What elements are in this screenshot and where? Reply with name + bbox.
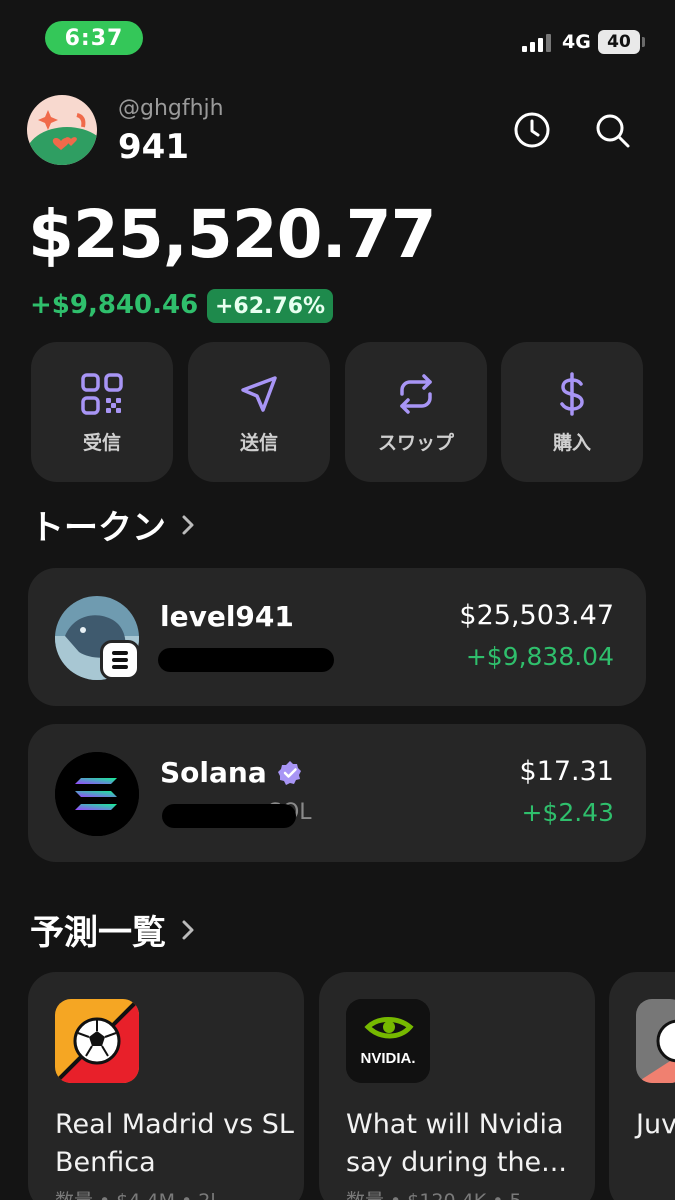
svg-text:NVIDIA.: NVIDIA. (360, 1050, 415, 1067)
balance-change-percent: +62.76% (207, 289, 334, 323)
account-name[interactable]: 941 (118, 127, 189, 167)
send-button[interactable]: 送信 (188, 342, 330, 482)
receive-button[interactable]: 受信 (31, 342, 173, 482)
prediction-title: Juv Ga (636, 1109, 675, 1140)
verified-badge-icon (277, 760, 301, 785)
token-change: +$2.43 (521, 798, 614, 827)
token-value: $17.31 (519, 756, 614, 787)
token-name: Solana (160, 756, 267, 789)
token-change: +$9,838.04 (465, 642, 614, 671)
search-icon[interactable] (592, 110, 632, 150)
token-name: level941 (160, 600, 294, 633)
redaction-mark (158, 648, 334, 672)
send-label: 送信 (239, 432, 278, 454)
swap-icon (400, 374, 432, 414)
status-time: 6:37 (45, 21, 143, 55)
qr-code-icon (81, 373, 123, 415)
dollar-icon (560, 372, 584, 416)
signal-icon (522, 34, 551, 52)
action-buttons: 受信 送信 スワップ 購入 (31, 342, 643, 482)
battery-cap (642, 37, 645, 47)
redaction-mark (162, 804, 296, 828)
network-type: 4G (562, 31, 591, 53)
solana-logo-icon (55, 752, 139, 836)
prediction-meta: 数量 • $4.4M • 2l (55, 1186, 216, 1200)
nvidia-logo-icon: NVIDIA. (346, 999, 430, 1083)
token-value: $25,503.47 (459, 600, 614, 631)
buy-label: 購入 (552, 432, 591, 454)
avatar[interactable] (27, 95, 97, 165)
predictions-title: 予測一覧 (30, 913, 166, 953)
prediction-card[interactable]: Juv Ga (609, 972, 675, 1200)
chevron-right-icon (182, 920, 194, 939)
prediction-title: What will Nvidia say during the... (346, 1109, 567, 1178)
token-row[interactable]: level941 $25,503.47 +$9,838.04 (28, 568, 646, 706)
soccer-ball-icon (55, 999, 139, 1083)
token-name-row: Solana (160, 756, 303, 789)
prediction-title: Real Madrid vs SL Benfica (55, 1109, 294, 1178)
swap-label: スワップ (377, 432, 454, 454)
status-bar: 6:37 4G 40 (0, 0, 675, 70)
prediction-meta: 数量 • $120.4K • 5 (346, 1186, 522, 1200)
prediction-card[interactable]: Real Madrid vs SL Benfica 数量 • $4.4M • 2… (28, 972, 304, 1200)
total-balance: $25,520.77 (28, 196, 437, 273)
receive-label: 受信 (82, 432, 121, 454)
tokens-section-header[interactable]: トークン (30, 500, 196, 549)
solana-chain-badge-icon (100, 640, 140, 680)
predictions-section-header[interactable]: 予測一覧 (30, 905, 196, 954)
swap-button[interactable]: スワップ (345, 342, 487, 482)
balance-change: +$9,840.46 (30, 290, 199, 320)
soccer-ball-icon (636, 999, 675, 1083)
token-row[interactable]: Solana SOL $17.31 +$2.43 (28, 724, 646, 862)
prediction-card[interactable]: NVIDIA. What will Nvidia say during the.… (319, 972, 595, 1200)
buy-button[interactable]: 購入 (501, 342, 643, 482)
send-icon (241, 376, 277, 412)
chevron-right-icon (182, 515, 194, 534)
tokens-title: トークン (30, 508, 166, 548)
user-handle: @ghgfhjh (118, 96, 224, 121)
history-icon[interactable] (512, 110, 552, 150)
battery-icon: 40 (598, 30, 640, 54)
